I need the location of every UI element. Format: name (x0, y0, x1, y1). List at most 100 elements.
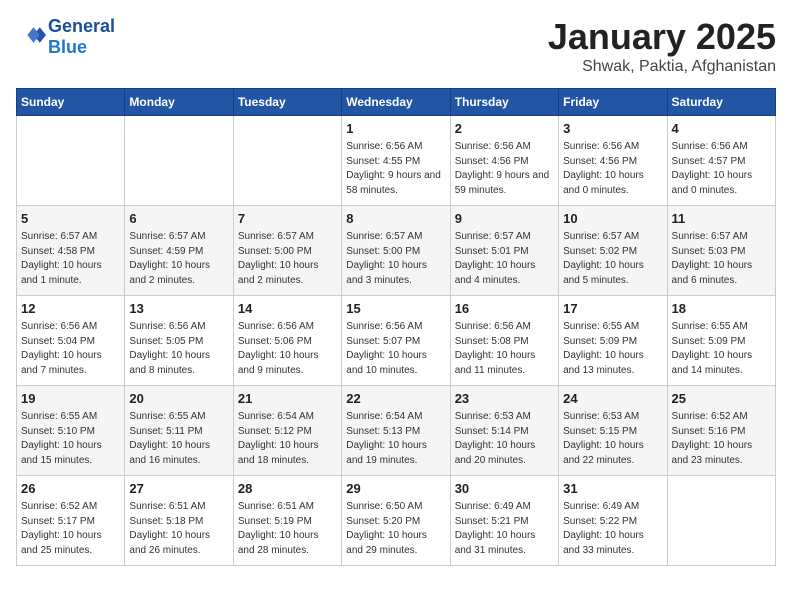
col-header-friday: Friday (559, 89, 667, 116)
calendar-cell: 27 Sunrise: 6:51 AM Sunset: 5:18 PM Dayli… (125, 476, 233, 566)
calendar-cell (667, 476, 775, 566)
day-info: Sunrise: 6:56 AM Sunset: 4:55 PM Dayligh… (346, 140, 445, 198)
calendar-cell: 30Sunrise: 6:49 AM Sunset: 5:21 PM Dayli… (450, 476, 558, 566)
day-number: 13 (129, 300, 228, 318)
calendar-cell (17, 116, 125, 206)
day-number: 19 (21, 390, 120, 408)
col-header-wednesday: Wednesday (342, 89, 450, 116)
day-number: 25 (672, 390, 771, 408)
day-number: 27 (129, 480, 228, 498)
day-info: Sunrise: 6:55 AM Sunset: 5:11 PM Dayligh… (129, 410, 228, 468)
day-info: Sunrise: 6:56 AM Sunset: 4:57 PM Dayligh… (672, 140, 771, 198)
calendar-cell: 17 Sunrise: 6:55 AM Sunset: 5:09 PM Dayli… (559, 296, 667, 386)
day-number: 30 (455, 480, 554, 498)
title-block: January 2025 Shwak, Paktia, Afghanistan (548, 16, 776, 76)
day-info: Sunrise: 6:52 AM Sunset: 5:17 PM Dayligh… (21, 500, 120, 558)
calendar-cell: 21 Sunrise: 6:54 AM Sunset: 5:12 PM Dayli… (233, 386, 341, 476)
calendar-cell: 11 Sunrise: 6:57 AM Sunset: 5:03 PM Dayli… (667, 206, 775, 296)
day-info: Sunrise: 6:55 AM Sunset: 5:09 PM Dayligh… (672, 320, 771, 378)
day-number: 9 (455, 210, 554, 228)
calendar-cell: 23Sunrise: 6:53 AM Sunset: 5:14 PM Dayli… (450, 386, 558, 476)
calendar-cell: 22 Sunrise: 6:54 AM Sunset: 5:13 PM Dayli… (342, 386, 450, 476)
day-number: 21 (238, 390, 337, 408)
day-info: Sunrise: 6:56 AM Sunset: 5:06 PM Dayligh… (238, 320, 337, 378)
day-info: Sunrise: 6:54 AM Sunset: 5:12 PM Dayligh… (238, 410, 337, 468)
day-info: Sunrise: 6:55 AM Sunset: 5:09 PM Dayligh… (563, 320, 662, 378)
calendar-cell: 16 Sunrise: 6:56 AM Sunset: 5:08 PM Dayli… (450, 296, 558, 386)
calendar-cell: 2 Sunrise: 6:56 AM Sunset: 4:56 PM Daylig… (450, 116, 558, 206)
day-number: 10 (563, 210, 662, 228)
day-info: Sunrise: 6:56 AM Sunset: 5:08 PM Dayligh… (455, 320, 554, 378)
day-info: Sunrise: 6:57 AM Sunset: 5:03 PM Dayligh… (672, 230, 771, 288)
logo-icon (18, 21, 46, 49)
calendar-cell (125, 116, 233, 206)
day-number: 29 (346, 480, 445, 498)
calendar-week-row: 5Sunrise: 6:57 AM Sunset: 4:58 PM Daylig… (17, 206, 776, 296)
calendar-cell: 1 Sunrise: 6:56 AM Sunset: 4:55 PM Daylig… (342, 116, 450, 206)
logo-line1: General (48, 16, 115, 37)
day-info: Sunrise: 6:57 AM Sunset: 4:59 PM Dayligh… (129, 230, 228, 288)
day-number: 26 (21, 480, 120, 498)
day-number: 11 (672, 210, 771, 228)
day-info: Sunrise: 6:51 AM Sunset: 5:19 PM Dayligh… (238, 500, 337, 558)
calendar-cell: 20 Sunrise: 6:55 AM Sunset: 5:11 PM Dayli… (125, 386, 233, 476)
day-info: Sunrise: 6:51 AM Sunset: 5:18 PM Dayligh… (129, 500, 228, 558)
calendar-cell: 26 Sunrise: 6:52 AM Sunset: 5:17 PM Dayli… (17, 476, 125, 566)
day-info: Sunrise: 6:50 AM Sunset: 5:20 PM Dayligh… (346, 500, 445, 558)
calendar-cell: 6 Sunrise: 6:57 AM Sunset: 4:59 PM Daylig… (125, 206, 233, 296)
day-info: Sunrise: 6:56 AM Sunset: 4:56 PM Dayligh… (455, 140, 554, 198)
day-number: 17 (563, 300, 662, 318)
day-number: 2 (455, 120, 554, 138)
day-number: 1 (346, 120, 445, 138)
day-number: 22 (346, 390, 445, 408)
day-info: Sunrise: 6:57 AM Sunset: 5:00 PM Dayligh… (346, 230, 445, 288)
calendar-cell: 8Sunrise: 6:57 AM Sunset: 5:00 PM Daylig… (342, 206, 450, 296)
calendar-cell: 14 Sunrise: 6:56 AM Sunset: 5:06 PM Dayli… (233, 296, 341, 386)
calendar-week-row: 1 Sunrise: 6:56 AM Sunset: 4:55 PM Daylig… (17, 116, 776, 206)
calendar-cell: 7 Sunrise: 6:57 AM Sunset: 5:00 PM Daylig… (233, 206, 341, 296)
calendar-cell (233, 116, 341, 206)
calendar-cell: 10Sunrise: 6:57 AM Sunset: 5:02 PM Dayli… (559, 206, 667, 296)
day-number: 16 (455, 300, 554, 318)
day-number: 14 (238, 300, 337, 318)
day-number: 28 (238, 480, 337, 498)
logo: General Blue (16, 16, 115, 58)
calendar-header-row: SundayMondayTuesdayWednesdayThursdayFrid… (17, 89, 776, 116)
col-header-saturday: Saturday (667, 89, 775, 116)
calendar-title: January 2025 (548, 16, 776, 58)
day-info: Sunrise: 6:55 AM Sunset: 5:10 PM Dayligh… (21, 410, 120, 468)
calendar-cell: 13Sunrise: 6:56 AM Sunset: 5:05 PM Dayli… (125, 296, 233, 386)
col-header-thursday: Thursday (450, 89, 558, 116)
day-number: 3 (563, 120, 662, 138)
calendar-table: SundayMondayTuesdayWednesdayThursdayFrid… (16, 88, 776, 566)
page-header: General Blue January 2025 Shwak, Paktia,… (16, 16, 776, 76)
calendar-cell: 28 Sunrise: 6:51 AM Sunset: 5:19 PM Dayli… (233, 476, 341, 566)
day-info: Sunrise: 6:57 AM Sunset: 5:01 PM Dayligh… (455, 230, 554, 288)
day-number: 20 (129, 390, 228, 408)
col-header-monday: Monday (125, 89, 233, 116)
calendar-cell: 5Sunrise: 6:57 AM Sunset: 4:58 PM Daylig… (17, 206, 125, 296)
day-info: Sunrise: 6:53 AM Sunset: 5:14 PM Dayligh… (455, 410, 554, 468)
calendar-cell: 31Sunrise: 6:49 AM Sunset: 5:22 PM Dayli… (559, 476, 667, 566)
calendar-cell: 15Sunrise: 6:56 AM Sunset: 5:07 PM Dayli… (342, 296, 450, 386)
calendar-cell: 3 Sunrise: 6:56 AM Sunset: 4:56 PM Daylig… (559, 116, 667, 206)
day-number: 31 (563, 480, 662, 498)
calendar-week-row: 12Sunrise: 6:56 AM Sunset: 5:04 PM Dayli… (17, 296, 776, 386)
day-info: Sunrise: 6:57 AM Sunset: 5:00 PM Dayligh… (238, 230, 337, 288)
day-number: 24 (563, 390, 662, 408)
calendar-subtitle: Shwak, Paktia, Afghanistan (548, 58, 776, 76)
day-number: 6 (129, 210, 228, 228)
day-number: 7 (238, 210, 337, 228)
calendar-cell: 24Sunrise: 6:53 AM Sunset: 5:15 PM Dayli… (559, 386, 667, 476)
day-info: Sunrise: 6:56 AM Sunset: 5:07 PM Dayligh… (346, 320, 445, 378)
day-number: 18 (672, 300, 771, 318)
day-number: 5 (21, 210, 120, 228)
col-header-sunday: Sunday (17, 89, 125, 116)
day-number: 12 (21, 300, 120, 318)
calendar-cell: 25Sunrise: 6:52 AM Sunset: 5:16 PM Dayli… (667, 386, 775, 476)
day-info: Sunrise: 6:56 AM Sunset: 4:56 PM Dayligh… (563, 140, 662, 198)
day-number: 4 (672, 120, 771, 138)
day-info: Sunrise: 6:54 AM Sunset: 5:13 PM Dayligh… (346, 410, 445, 468)
col-header-tuesday: Tuesday (233, 89, 341, 116)
calendar-cell: 12Sunrise: 6:56 AM Sunset: 5:04 PM Dayli… (17, 296, 125, 386)
